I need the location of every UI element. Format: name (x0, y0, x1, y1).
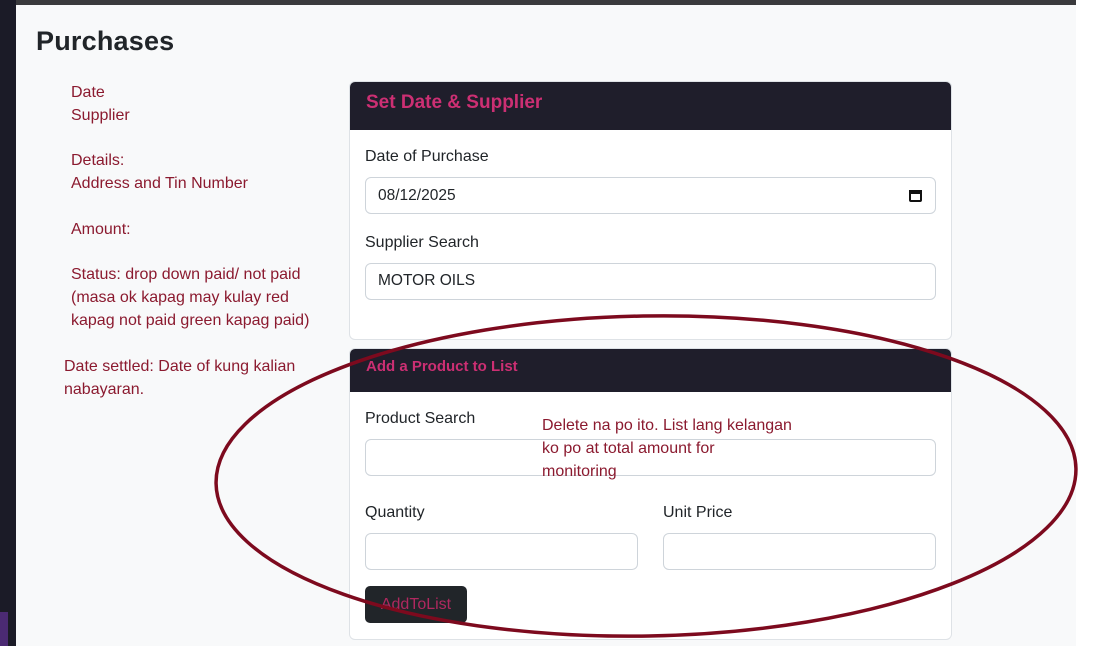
note-date-settled: Date settled: Date of kung kalian nabaya… (64, 358, 296, 398)
calendar-icon[interactable] (908, 188, 923, 203)
note-date-supplier: Date Supplier (71, 84, 130, 124)
quantity-input[interactable] (365, 533, 638, 570)
product-card-header: Add a Product to List (350, 349, 951, 392)
quantity-label: Quantity (365, 504, 425, 521)
note-delete: Delete na po ito. List lang kelangan ko … (542, 417, 792, 480)
note-status: Status: drop down paid/ not paid (masa o… (71, 266, 310, 329)
left-edge-accent (0, 612, 8, 646)
unit-price-input[interactable] (663, 533, 936, 570)
date-value: 08/12/2025 (378, 186, 456, 204)
product-search-label: Product Search (365, 410, 476, 427)
supplier-card-header: Set Date & Supplier (350, 82, 951, 130)
left-edge-strip (0, 0, 16, 646)
add-to-list-button[interactable]: AddToList (365, 586, 467, 623)
date-of-purchase-label: Date of Purchase (365, 148, 489, 165)
unit-price-label: Unit Price (663, 504, 733, 521)
supplier-search-label: Supplier Search (365, 234, 479, 251)
note-details: Details: Address and Tin Number (71, 152, 248, 192)
page-title: Purchases (36, 26, 175, 56)
note-amount: Amount: (71, 221, 131, 238)
date-of-purchase-input[interactable]: 08/12/2025 (365, 177, 936, 214)
supplier-search-input[interactable]: MOTOR OILS (365, 263, 936, 300)
